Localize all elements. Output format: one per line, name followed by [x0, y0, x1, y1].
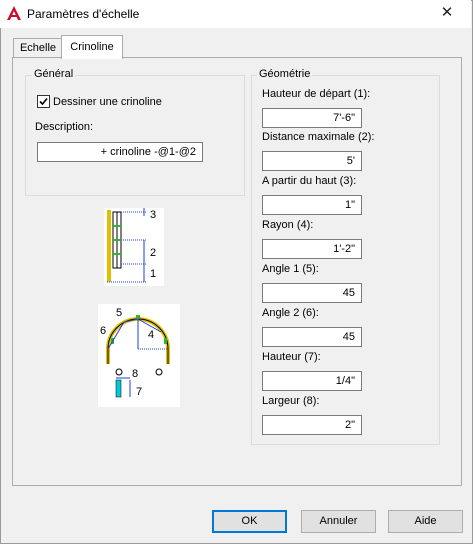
radius-field[interactable]: 1'-2" [262, 239, 362, 259]
from-top-field[interactable]: 1" [262, 195, 362, 215]
start-height-field[interactable]: 7'-6" [262, 108, 362, 128]
geometry-legend: Géométrie [257, 68, 313, 80]
angle2-label: Angle 2 (6): [262, 307, 319, 319]
max-distance-label: Distance maximale (2): [262, 131, 375, 143]
section-label-7: 7 [136, 386, 142, 398]
help-button[interactable]: Aide [388, 510, 463, 533]
elevation-label-3: 3 [150, 209, 156, 221]
general-legend: Général [32, 68, 76, 80]
autocad-a-icon [7, 6, 21, 20]
window-title: Paramètres d'échelle [27, 7, 140, 21]
tab-crinoline[interactable]: Crinoline [61, 35, 123, 59]
ok-button[interactable]: OK [212, 510, 287, 533]
angle1-label: Angle 1 (5): [262, 263, 319, 275]
width-label: Largeur (8): [262, 395, 320, 407]
angle1-field[interactable]: 45 [262, 283, 362, 303]
cancel-button[interactable]: Annuler [301, 510, 376, 533]
elevation-label-2: 2 [150, 247, 156, 259]
width-field[interactable]: 2" [262, 415, 362, 435]
from-top-label: A partir du haut (3): [262, 175, 357, 187]
plan-label-6: 6 [100, 325, 106, 337]
draw-cage-checkbox[interactable] [37, 95, 50, 108]
start-height-label: Hauteur de départ (1): [262, 88, 371, 100]
close-icon: ✕ [440, 4, 454, 21]
cage-elevation-diagram: 3 2 1 [104, 208, 164, 286]
max-distance-field[interactable]: 5' [262, 151, 362, 171]
description-label: Description: [35, 121, 94, 133]
section-label-8: 8 [132, 368, 138, 380]
height-label: Hauteur (7): [262, 351, 321, 363]
description-field[interactable]: + crinoline -@1-@2 [37, 142, 203, 162]
general-group [25, 75, 245, 196]
plan-label-5: 5 [116, 307, 122, 319]
cage-plan-diagram: 5 6 4 8 7 [98, 304, 180, 407]
plan-label-4: 4 [148, 329, 154, 341]
radius-label: Rayon (4): [262, 219, 314, 231]
draw-cage-label[interactable]: Dessiner une crinoline [53, 96, 162, 108]
tab-echelle[interactable]: Echelle [13, 38, 63, 59]
checkmark-icon [39, 97, 48, 106]
height-field[interactable]: 1/4" [262, 371, 362, 391]
elevation-label-1: 1 [150, 268, 156, 280]
close-button[interactable]: ✕ [436, 3, 458, 23]
angle2-field[interactable]: 45 [262, 327, 362, 347]
